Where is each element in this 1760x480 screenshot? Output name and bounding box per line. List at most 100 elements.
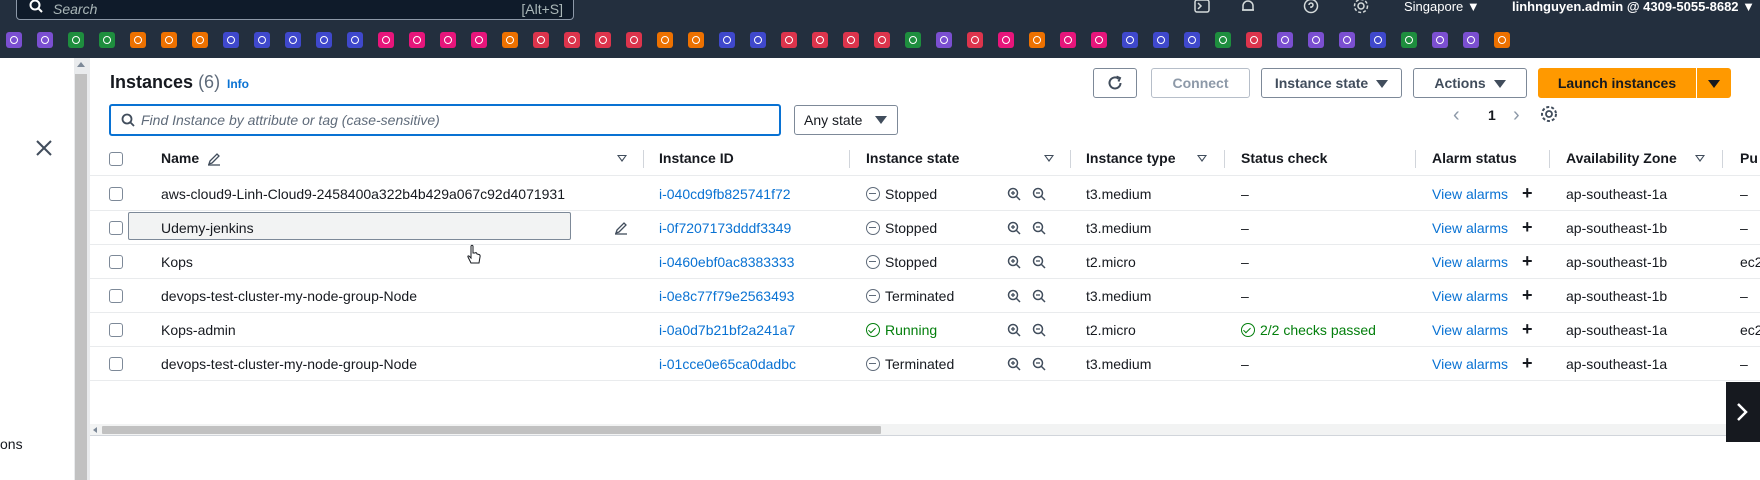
region-selector[interactable]: Singapore ▼ — [1404, 0, 1480, 14]
previous-page-icon[interactable]: ‹ — [1453, 104, 1460, 127]
favorite-service-icon[interactable] — [1463, 32, 1479, 48]
select-all-checkbox[interactable] — [109, 152, 123, 166]
zoom-out-icon[interactable] — [1032, 289, 1046, 303]
add-alarm-icon[interactable]: + — [1522, 320, 1533, 338]
column-divider[interactable] — [1415, 150, 1416, 168]
column-header-name[interactable]: Name — [161, 150, 199, 166]
favorite-service-icon[interactable] — [161, 32, 177, 48]
instance-filter-input[interactable]: Find Instance by attribute or tag (case-… — [109, 104, 781, 136]
add-alarm-icon[interactable]: + — [1522, 218, 1533, 236]
row-checkbox[interactable] — [109, 221, 123, 235]
table-row[interactable]: devops-test-cluster-my-node-group-Node i-… — [90, 279, 1760, 313]
connect-button[interactable]: Connect — [1151, 68, 1250, 98]
table-horizontal-scrollbar[interactable] — [90, 424, 1760, 436]
instance-id-link[interactable]: i-0a0d7b21bf2a241a7 — [659, 322, 795, 338]
scroll-up-arrow-icon[interactable] — [77, 62, 85, 67]
next-page-icon[interactable]: › — [1513, 104, 1520, 127]
column-header-instance-type[interactable]: Instance type — [1086, 150, 1175, 166]
edit-pencil-icon[interactable] — [614, 221, 628, 235]
instance-id-link[interactable]: i-0f7207173dddf3349 — [659, 220, 791, 236]
zoom-out-icon[interactable] — [1032, 221, 1046, 235]
favorite-service-icon[interactable] — [378, 32, 394, 48]
state-filter-select[interactable]: Any state — [794, 105, 898, 135]
favorite-service-icon[interactable] — [1370, 32, 1386, 48]
instance-name[interactable]: Kops-admin — [161, 322, 236, 338]
actions-dropdown[interactable]: Actions — [1413, 68, 1527, 98]
column-divider[interactable] — [643, 150, 644, 168]
row-checkbox[interactable] — [109, 289, 123, 303]
help-icon[interactable] — [1302, 0, 1320, 16]
favorite-service-icon[interactable] — [1122, 32, 1138, 48]
zoom-in-icon[interactable] — [1007, 221, 1021, 235]
nav-scrollbar-thumb[interactable] — [75, 74, 87, 480]
favorite-service-icon[interactable] — [843, 32, 859, 48]
filter-column-icon[interactable] — [1044, 155, 1054, 162]
instance-state-dropdown[interactable]: Instance state — [1261, 68, 1402, 98]
launch-instances-dropdown[interactable] — [1697, 68, 1731, 98]
favorite-service-icon[interactable] — [285, 32, 301, 48]
global-search-input[interactable]: Search [Alt+S] — [16, 0, 574, 20]
favorite-service-icon[interactable] — [1184, 32, 1200, 48]
view-alarms-link[interactable]: View alarms — [1432, 322, 1508, 338]
column-divider[interactable] — [1070, 150, 1071, 168]
favorite-service-icon[interactable] — [347, 32, 363, 48]
filter-column-icon[interactable] — [1695, 155, 1705, 162]
favorite-service-icon[interactable] — [626, 32, 642, 48]
instance-name[interactable]: devops-test-cluster-my-node-group-Node — [161, 288, 417, 304]
info-link[interactable]: Info — [227, 77, 249, 91]
view-alarms-link[interactable]: View alarms — [1432, 288, 1508, 304]
favorite-service-icon[interactable] — [409, 32, 425, 48]
favorite-service-icon[interactable] — [874, 32, 890, 48]
filter-column-icon[interactable] — [617, 155, 627, 162]
instance-name[interactable]: Kops — [161, 254, 193, 270]
launch-instances-button[interactable]: Launch instances — [1538, 68, 1696, 98]
row-checkbox[interactable] — [109, 187, 123, 201]
add-alarm-icon[interactable]: + — [1522, 354, 1533, 372]
scroll-left-arrow-icon[interactable] — [93, 427, 97, 433]
favorite-service-icon[interactable] — [688, 32, 704, 48]
favorite-service-icon[interactable] — [750, 32, 766, 48]
table-row[interactable]: aws-cloud9-Linh-Cloud9-2458400a322b4b429… — [90, 177, 1760, 211]
favorite-service-icon[interactable] — [1494, 32, 1510, 48]
gear-icon[interactable] — [1352, 0, 1370, 16]
favorite-service-icon[interactable] — [1339, 32, 1355, 48]
split-panel-toggle[interactable] — [1726, 382, 1760, 442]
favorite-service-icon[interactable] — [967, 32, 983, 48]
zoom-in-icon[interactable] — [1007, 255, 1021, 269]
table-row[interactable]: devops-test-cluster-my-node-group-Node i-… — [90, 347, 1760, 381]
close-navigation-icon[interactable] — [34, 138, 54, 158]
zoom-in-icon[interactable] — [1007, 323, 1021, 337]
nav-scrollbar[interactable] — [74, 58, 90, 480]
column-header-status-check[interactable]: Status check — [1241, 150, 1327, 166]
row-checkbox[interactable] — [109, 357, 123, 371]
zoom-in-icon[interactable] — [1007, 187, 1021, 201]
favorite-service-icon[interactable] — [812, 32, 828, 48]
favorite-service-icon[interactable] — [533, 32, 549, 48]
table-row[interactable]: Udemy-jenkins i-0f7207173dddf3349 Stopped t… — [90, 211, 1760, 245]
instance-id-link[interactable]: i-0460ebf0ac8383333 — [659, 254, 794, 270]
zoom-out-icon[interactable] — [1032, 187, 1046, 201]
favorite-service-icon[interactable] — [1215, 32, 1231, 48]
filter-column-icon[interactable] — [1197, 155, 1207, 162]
favorite-service-icon[interactable] — [719, 32, 735, 48]
instance-name[interactable]: Udemy-jenkins — [161, 220, 254, 236]
column-divider[interactable] — [1722, 150, 1723, 168]
favorite-service-icon[interactable] — [192, 32, 208, 48]
column-divider[interactable] — [1224, 150, 1225, 168]
instance-name[interactable]: aws-cloud9-Linh-Cloud9-2458400a322b4b429… — [161, 186, 565, 202]
add-alarm-icon[interactable]: + — [1522, 252, 1533, 270]
refresh-button[interactable] — [1093, 68, 1137, 98]
zoom-out-icon[interactable] — [1032, 323, 1046, 337]
row-checkbox[interactable] — [109, 323, 123, 337]
instance-name[interactable]: devops-test-cluster-my-node-group-Node — [161, 356, 417, 372]
page-number[interactable]: 1 — [1488, 107, 1496, 123]
column-header-availability-zone[interactable]: Availability Zone — [1566, 150, 1677, 166]
favorite-service-icon[interactable] — [905, 32, 921, 48]
favorite-service-icon[interactable] — [781, 32, 797, 48]
table-scrollbar-thumb[interactable] — [102, 426, 881, 434]
bell-icon[interactable] — [1239, 0, 1257, 16]
view-alarms-link[interactable]: View alarms — [1432, 220, 1508, 236]
zoom-in-icon[interactable] — [1007, 289, 1021, 303]
column-divider[interactable] — [1549, 150, 1550, 168]
row-checkbox[interactable] — [109, 255, 123, 269]
